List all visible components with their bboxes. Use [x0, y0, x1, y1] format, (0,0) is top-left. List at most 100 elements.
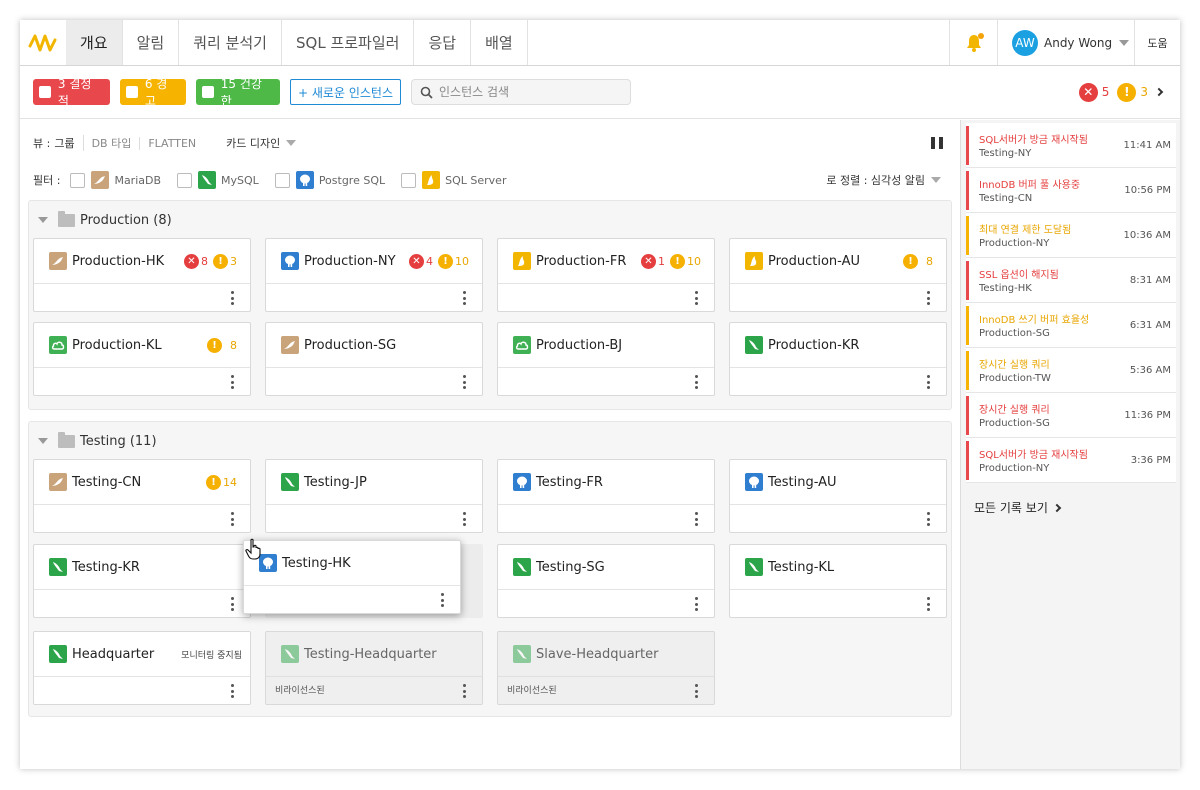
instance-card[interactable]: Production-NY ✕ 4 ! 10 — [265, 238, 483, 312]
tab-response[interactable]: 응답 — [414, 20, 472, 65]
warning-filter-button[interactable]: 6 경고 — [120, 77, 186, 108]
more-menu-icon[interactable] — [695, 597, 698, 611]
error-icon: ✕ — [184, 254, 199, 269]
critical-filter-button[interactable]: 3 결정적 — [33, 77, 110, 108]
log-entry[interactable]: SQL서버가 방금 재시작됨 Production-NY 3:36 PM — [966, 438, 1176, 483]
more-menu-icon[interactable] — [463, 684, 466, 698]
instance-card[interactable]: Production-BJ — [497, 322, 715, 396]
avatar: AW — [1012, 29, 1038, 56]
tab-arrangement[interactable]: 배열 — [471, 20, 528, 65]
error-count: 1 — [658, 255, 665, 268]
more-menu-icon[interactable] — [695, 512, 698, 526]
more-menu-icon[interactable] — [231, 291, 234, 305]
instance-card[interactable]: Production-AU ! 8 — [729, 238, 947, 312]
more-menu-icon[interactable] — [695, 375, 698, 389]
nav-right: AW Andy Wong 도움 — [949, 20, 1180, 65]
instance-card[interactable]: Testing-KR — [33, 544, 251, 618]
instance-card[interactable]: Production-SG — [265, 322, 483, 396]
filter-item-postgres: Postgre SQL — [295, 171, 385, 189]
tab-query-analyzer[interactable]: 쿼리 분석기 — [179, 20, 282, 65]
severity-bar — [966, 306, 969, 345]
more-menu-icon[interactable] — [441, 593, 444, 607]
logo-icon[interactable] — [20, 20, 66, 65]
instance-card[interactable]: Testing-CN ! 14 — [33, 459, 251, 533]
filter-checkbox-mariadb[interactable] — [70, 172, 86, 188]
help-button[interactable]: 도움 — [1134, 20, 1180, 65]
search-input[interactable] — [439, 85, 619, 99]
tab-overview[interactable]: 개요 — [66, 20, 123, 65]
instance-card[interactable]: Production-FR ✕ 1 ! 10 — [497, 238, 715, 312]
log-time: 6:31 AM — [1129, 320, 1171, 331]
postgres-icon — [295, 171, 314, 189]
notification-bell[interactable] — [949, 20, 997, 65]
view-option-dbtype[interactable]: DB 타입 — [82, 135, 140, 151]
log-time: 10:36 AM — [1123, 230, 1171, 241]
card-name: Production-KR — [768, 337, 860, 353]
filter-checkbox-mysql[interactable] — [177, 172, 193, 188]
tab-alerts[interactable]: 알림 — [123, 20, 180, 65]
log-time: 10:56 PM — [1124, 185, 1171, 196]
monitoring-stopped-label: 모니터링 중지됨 — [181, 651, 242, 661]
more-menu-icon[interactable] — [927, 375, 930, 389]
instance-card[interactable]: Testing-Headquarter 비라이선스된 — [265, 631, 483, 705]
more-menu-icon[interactable] — [463, 291, 466, 305]
chevron-right-icon[interactable] — [1154, 87, 1164, 97]
more-menu-icon[interactable] — [927, 512, 930, 526]
log-entry[interactable]: 최대 연결 제한 도달됨 Production-NY 10:36 AM — [966, 213, 1176, 258]
unlicensed-label: 비라이선스된 — [275, 686, 325, 696]
user-menu[interactable]: AW Andy Wong — [997, 20, 1134, 65]
healthy-label: 15 건강한 — [220, 77, 262, 108]
more-menu-icon[interactable] — [463, 375, 466, 389]
instance-card[interactable]: Testing-AU — [729, 459, 947, 533]
log-entry[interactable]: InnoDB 쓰기 버퍼 효율성 Production-SG 6:31 AM — [966, 303, 1176, 348]
more-menu-icon[interactable] — [927, 597, 930, 611]
instance-card[interactable]: Production-HK ✕ 8 ! 3 — [33, 238, 251, 312]
log-entry[interactable]: SSL 옵션이 해지됨 Testing-HK 8:31 AM — [966, 258, 1176, 303]
card-name: Testing-FR — [536, 474, 603, 490]
log-time: 11:36 PM — [1124, 410, 1171, 421]
card-name: Production-FR — [536, 253, 627, 269]
instance-card[interactable]: Headquarter 모니터링 중지됨 — [33, 631, 251, 705]
sqlserver-icon — [422, 171, 441, 189]
card-design-dropdown[interactable]: 카드 디자인 — [226, 135, 297, 151]
more-menu-icon[interactable] — [231, 512, 234, 526]
sort-dropdown[interactable]: 로 정렬 : 심각성 알림 — [826, 172, 941, 188]
log-entry[interactable]: 장시간 실행 쿼리 Production-SG 11:36 PM — [966, 393, 1176, 438]
instance-card[interactable]: Testing-SG — [497, 544, 715, 618]
collapse-triangle-icon — [38, 438, 48, 444]
log-time: 8:31 AM — [1129, 275, 1171, 286]
instance-card[interactable]: Testing-JP — [265, 459, 483, 533]
log-entry[interactable]: InnoDB 버퍼 풀 사용중 Testing-CN 10:56 PM — [966, 168, 1176, 213]
filter-checkbox-postgres[interactable] — [274, 172, 290, 188]
tab-sql-profiler[interactable]: SQL 프로파일러 — [282, 20, 415, 65]
healthy-filter-button[interactable]: 15 건강한 — [196, 77, 280, 108]
pause-icon[interactable] — [931, 137, 943, 149]
instance-card[interactable]: Production-KL ! 8 — [33, 322, 251, 396]
search-box — [411, 79, 631, 105]
error-icon: ✕ — [409, 254, 424, 269]
hand-cursor-icon — [245, 538, 261, 560]
dragged-instance-card[interactable]: Testing-HK — [243, 540, 461, 614]
instance-card[interactable]: Testing-KL — [729, 544, 947, 618]
view-option-group[interactable]: 그룹 — [50, 135, 82, 151]
more-menu-icon[interactable] — [695, 291, 698, 305]
view-all-logs-link[interactable]: 모든 기록 보기 — [974, 499, 1062, 516]
more-menu-icon[interactable] — [231, 684, 234, 698]
group-header[interactable]: Testing (11) — [38, 431, 157, 450]
card-name: Testing-CN — [72, 474, 142, 490]
more-menu-icon[interactable] — [231, 597, 234, 611]
group-header[interactable]: Production (8) — [38, 210, 172, 229]
view-option-flatten[interactable]: FLATTEN — [139, 136, 204, 150]
instance-card[interactable]: Testing-FR — [497, 459, 715, 533]
instance-card[interactable]: Production-KR — [729, 322, 947, 396]
more-menu-icon[interactable] — [231, 375, 234, 389]
filter-checkbox-sqlserver[interactable] — [401, 172, 417, 188]
more-menu-icon[interactable] — [927, 291, 930, 305]
log-entry[interactable]: 장시간 실행 쿼리 Production-TW 5:36 AM — [966, 348, 1176, 393]
log-instance: Production-SG — [979, 418, 1050, 429]
more-menu-icon[interactable] — [463, 512, 466, 526]
instance-card[interactable]: Slave-Headquarter 비라이선스된 — [497, 631, 715, 705]
new-instance-button[interactable]: + 새로운 인스턴스 — [290, 79, 401, 105]
log-entry[interactable]: SQL서버가 방금 재시작됨 Testing-NY 11:41 AM — [966, 123, 1176, 168]
more-menu-icon[interactable] — [695, 684, 698, 698]
